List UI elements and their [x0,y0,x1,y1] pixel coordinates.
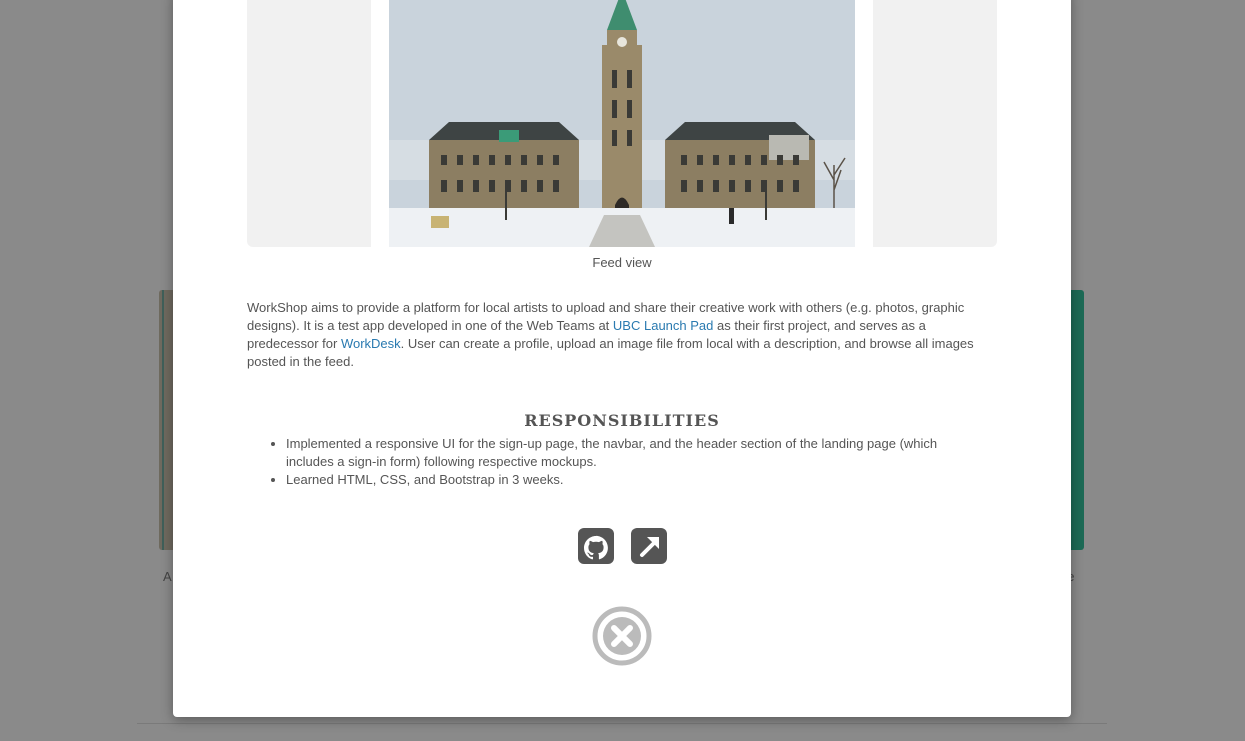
background-card-caption-left: A [163,569,172,584]
github-icon[interactable] [577,528,614,564]
responsibilities-list: Implemented a responsive UI for the sign… [286,435,986,489]
carousel-caption: Feed view [592,255,652,270]
project-description: WorkShop aims to provide a platform for … [247,299,997,371]
parliament-photo [389,0,855,247]
external-link-icon[interactable] [630,528,667,564]
list-item: Implemented a responsive UI for the sign… [286,435,986,471]
background-divider [137,723,1107,724]
responsibilities-heading: RESPONSIBILITIES [524,411,720,430]
project-links [173,528,1071,564]
project-modal: Feed view WorkShop aims to provide a pla… [173,0,1071,717]
close-icon[interactable] [592,606,652,666]
carousel-slide [371,0,873,247]
screenshot-carousel[interactable] [247,0,997,247]
ubc-launch-pad-link[interactable]: UBC Launch Pad [613,318,713,333]
list-item: Learned HTML, CSS, and Bootstrap in 3 we… [286,471,986,489]
workdesk-link[interactable]: WorkDesk [341,336,401,351]
